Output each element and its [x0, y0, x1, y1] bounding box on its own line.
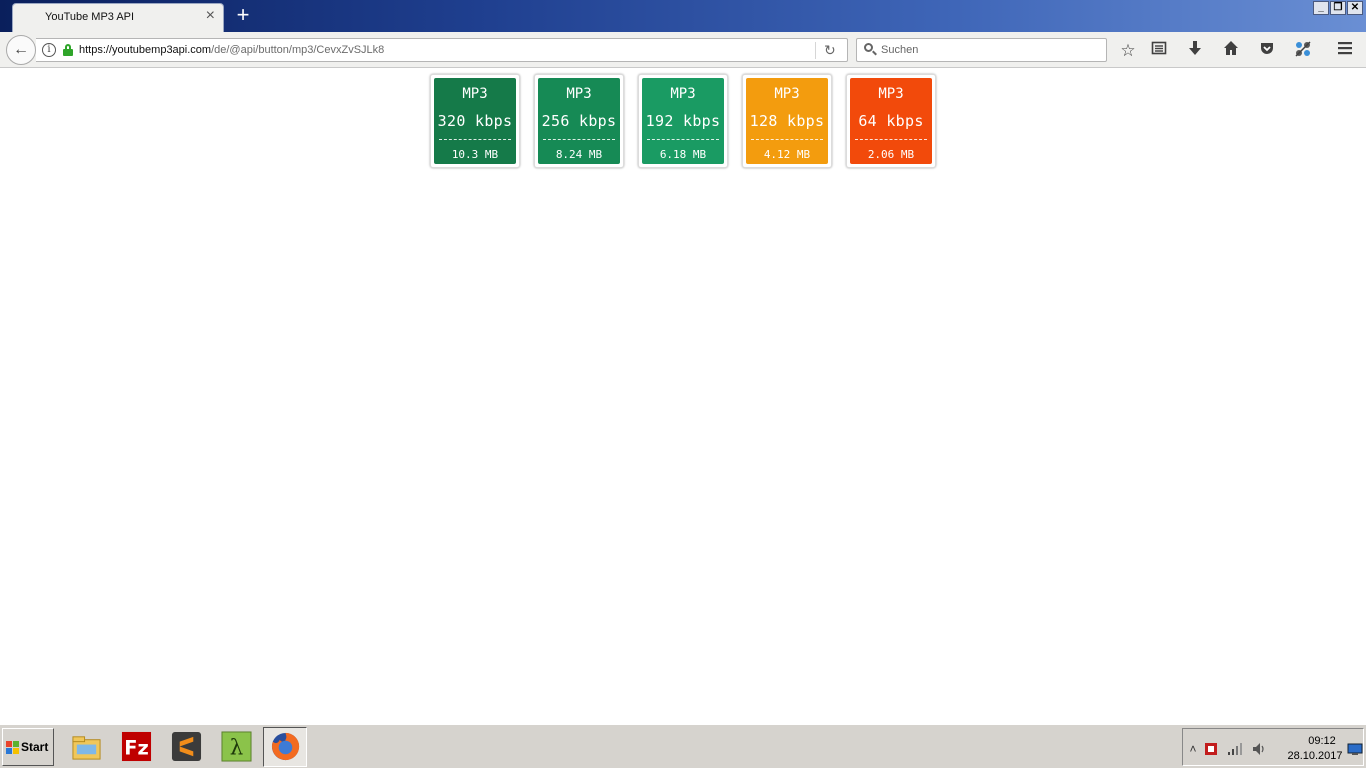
bitrate-label: 64 kbps	[858, 112, 924, 130]
size-label: 10.3 MB	[451, 148, 499, 161]
filezilla-taskbar-icon[interactable]: Fz	[120, 729, 154, 763]
format-label: MP3	[878, 86, 904, 102]
clock-time[interactable]: 09:12	[1298, 735, 1346, 747]
close-window-button[interactable]: ✕	[1347, 1, 1363, 15]
url-separator	[815, 42, 816, 59]
size-label: 2.06 MB	[867, 148, 915, 161]
format-label: MP3	[670, 86, 696, 102]
firefox-taskbar-icon[interactable]	[263, 727, 307, 767]
quality-button-face: MP3 192 kbps 6.18 MB	[642, 78, 724, 164]
dashed-divider	[439, 139, 511, 140]
svg-text:Fz: Fz	[124, 736, 149, 759]
start-label: Start	[21, 740, 49, 754]
quality-button-face: MP3 256 kbps 8.24 MB	[538, 78, 620, 164]
dashed-divider	[751, 139, 823, 140]
tab-title: YouTube MP3 API	[45, 11, 135, 23]
bitrate-label: 320 kbps	[437, 112, 513, 130]
url-host: https://youtubemp3api.com	[79, 44, 212, 56]
download-192kbps-button[interactable]: MP3 192 kbps 6.18 MB	[638, 74, 728, 168]
bookmarks-menu-icon[interactable]	[1148, 40, 1170, 62]
url-path: /de/@api/button/mp3/CevxZvSJLk8	[211, 44, 385, 56]
tab-close-icon[interactable]: ×	[206, 8, 215, 24]
quality-button-face: MP3 320 kbps 10.3 MB	[434, 78, 516, 164]
search-input[interactable]	[881, 42, 1101, 58]
clock-date[interactable]: 28.10.2017	[1283, 750, 1347, 762]
pocket-icon[interactable]	[1256, 40, 1278, 62]
download-320kbps-button[interactable]: MP3 320 kbps 10.3 MB	[430, 74, 520, 168]
page-content: MP3 320 kbps 10.3 MB MP3 256 kbps 8.24 M…	[0, 69, 1366, 724]
url-bar[interactable]: i https://youtubemp3api.com/de/@api/butt…	[36, 38, 848, 62]
restore-button[interactable]: ❐	[1330, 1, 1346, 15]
extension-icon[interactable]	[1292, 40, 1314, 62]
windows-logo-icon	[6, 741, 19, 754]
download-128kbps-button[interactable]: MP3 128 kbps 4.12 MB	[742, 74, 832, 168]
security-tray-icon[interactable]	[1203, 741, 1219, 757]
show-hidden-icons-icon[interactable]: ˄	[1185, 741, 1201, 757]
browser-tab[interactable]: YouTube MP3 API ×	[12, 3, 224, 32]
dashed-divider	[543, 139, 615, 140]
search-bar[interactable]	[856, 38, 1107, 62]
taskbar: Start Fz λ ˄ 09:12 28.10.2017	[0, 724, 1366, 768]
quality-button-face: MP3 128 kbps 4.12 MB	[746, 78, 828, 164]
window-titlebar: YouTube MP3 API × + _ ❐ ✕	[0, 0, 1366, 32]
show-desktop-icon[interactable]	[1347, 741, 1363, 757]
lock-icon[interactable]	[63, 44, 73, 56]
home-icon[interactable]	[1220, 40, 1242, 62]
info-icon[interactable]: i	[42, 43, 56, 57]
format-label: MP3	[774, 86, 800, 102]
download-64kbps-button[interactable]: MP3 64 kbps 2.06 MB	[846, 74, 936, 168]
lambda-app-taskbar-icon[interactable]: λ	[220, 729, 254, 763]
navigation-toolbar: i https://youtubemp3api.com/de/@api/butt…	[0, 32, 1366, 68]
reload-icon[interactable]: ↻	[824, 42, 836, 58]
minimize-button[interactable]: _	[1313, 1, 1329, 15]
download-256kbps-button[interactable]: MP3 256 kbps 8.24 MB	[534, 74, 624, 168]
size-label: 6.18 MB	[659, 148, 707, 161]
search-icon	[864, 43, 878, 57]
quality-button-face: MP3 64 kbps 2.06 MB	[850, 78, 932, 164]
format-label: MP3	[566, 86, 592, 102]
dashed-divider	[647, 139, 719, 140]
size-label: 4.12 MB	[763, 148, 811, 161]
system-tray: ˄ 09:12 28.10.2017	[1182, 728, 1364, 766]
bitrate-label: 192 kbps	[645, 112, 721, 130]
volume-icon[interactable]	[1251, 741, 1267, 757]
downloads-icon[interactable]	[1184, 40, 1206, 62]
url-text[interactable]: https://youtubemp3api.com/de/@api/button…	[79, 44, 384, 56]
bitrate-label: 128 kbps	[749, 112, 825, 130]
start-button[interactable]: Start	[2, 728, 54, 766]
bitrate-label: 256 kbps	[541, 112, 617, 130]
network-signal-icon[interactable]	[1227, 741, 1243, 757]
new-tab-button[interactable]: +	[233, 4, 253, 26]
file-explorer-taskbar-icon[interactable]	[70, 729, 104, 763]
format-label: MP3	[462, 86, 488, 102]
sublime-text-taskbar-icon[interactable]	[170, 729, 204, 763]
bookmark-star-icon[interactable]: ☆	[1117, 40, 1139, 62]
hamburger-menu-icon[interactable]	[1334, 40, 1356, 62]
back-arrow-icon: ←	[13, 41, 29, 58]
svg-text:λ: λ	[230, 735, 244, 760]
back-button[interactable]: ←	[6, 35, 36, 65]
size-label: 8.24 MB	[555, 148, 603, 161]
dashed-divider	[855, 139, 927, 140]
